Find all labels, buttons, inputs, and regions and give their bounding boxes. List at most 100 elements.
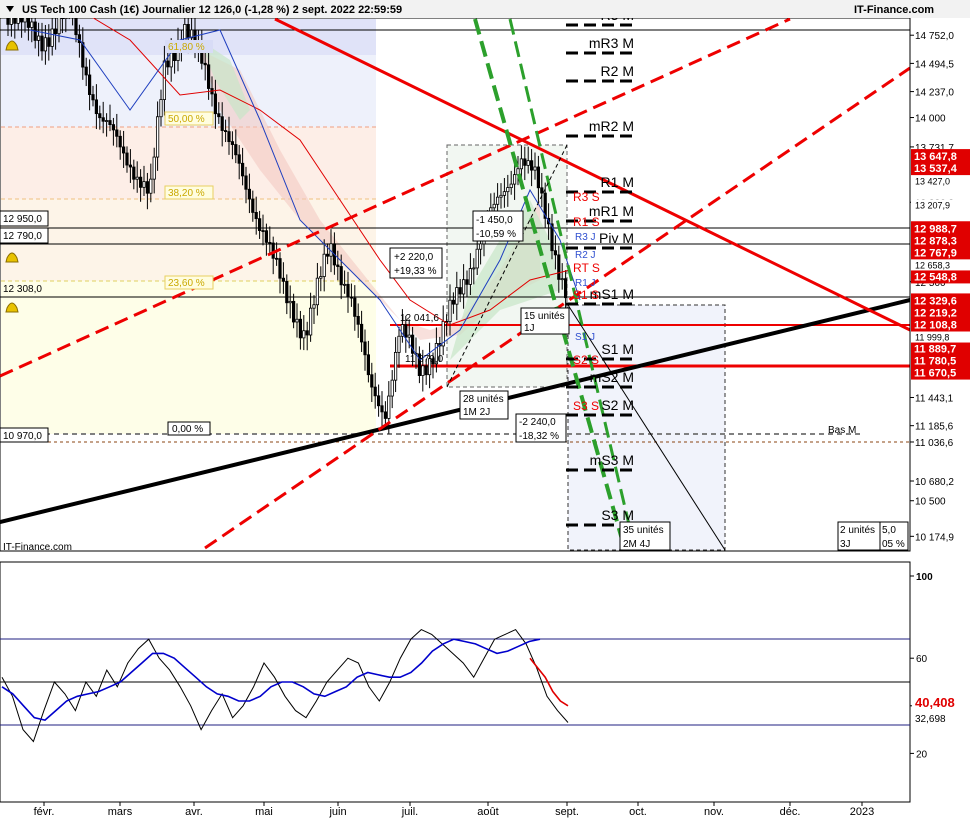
candle-body — [81, 42, 85, 68]
candle-body — [455, 287, 459, 305]
fib-50: 50,00 % — [168, 114, 205, 125]
small-price-label: 13 207,9 — [915, 200, 950, 210]
candle-body — [152, 156, 156, 180]
mid-label-2: 11 879,0 — [405, 354, 444, 365]
candle-body — [237, 154, 241, 164]
ind-tick-label: 100 — [916, 572, 933, 583]
y-tick-label: 14 494,5 — [915, 59, 954, 70]
candle-body — [509, 183, 513, 189]
candle-body — [397, 335, 401, 353]
x-tick-label: 2023 — [850, 806, 874, 818]
drop-pct: -10,59 % — [476, 229, 516, 240]
candle-body — [278, 258, 282, 279]
units-c-2: 2M 4J — [623, 539, 650, 550]
candle-body — [302, 330, 306, 339]
candle-body — [234, 144, 238, 156]
candle-body — [135, 176, 139, 180]
units-a-1: 28 unités — [463, 394, 504, 405]
price-label: 13 537,4 — [914, 163, 958, 175]
candle-body — [468, 268, 473, 285]
candle-body — [349, 296, 354, 299]
candle-body — [223, 130, 228, 133]
units-d-2: 3J — [840, 539, 851, 550]
candle-body — [564, 278, 568, 299]
candle-body — [203, 62, 207, 66]
candle-body — [383, 411, 388, 419]
candle-body — [495, 196, 500, 205]
candle-body — [472, 267, 476, 270]
y-tick-label: 10 680,2 — [915, 477, 954, 488]
pivot-r2j: R2 J — [575, 250, 596, 261]
candle-body — [155, 116, 160, 158]
candle-body — [458, 287, 462, 295]
candle-body — [213, 93, 217, 115]
candle-body — [240, 162, 245, 177]
candle-body — [373, 386, 377, 397]
pct-d-1: 5,0 — [882, 525, 896, 536]
candle-body — [424, 365, 428, 376]
candle-body — [30, 21, 34, 28]
candle-body — [393, 351, 398, 381]
candle-body — [149, 178, 153, 194]
fib-23: 23,60 % — [168, 278, 205, 289]
units-a-2: 1M 2J — [463, 407, 490, 418]
candle-body — [268, 241, 272, 244]
pivot-label: S2 M — [601, 397, 634, 413]
pivot-label: mS3 M — [590, 452, 634, 468]
rise-value: +2 220,0 — [394, 252, 434, 263]
candle-body — [308, 307, 313, 336]
price-label: 12 108,8 — [914, 320, 957, 332]
small-price-label: 12 658,3 — [915, 260, 950, 270]
candle-body — [359, 323, 364, 343]
candle-body — [251, 198, 255, 213]
candle-body — [169, 52, 173, 68]
candle-body — [50, 28, 54, 47]
x-tick-label: août — [477, 806, 498, 818]
pivot-label: S1 M — [601, 341, 634, 357]
candle-body — [264, 230, 269, 243]
candle-body — [281, 277, 286, 282]
level-12950: 12 950,0 — [3, 214, 42, 225]
candle-body — [523, 158, 527, 166]
candle-body — [172, 52, 177, 61]
ind-tick-label: 20 — [916, 749, 928, 760]
candle-body — [84, 66, 88, 76]
candle-body — [370, 374, 374, 388]
candle-body — [346, 283, 350, 298]
units-b-1: 15 unités — [524, 311, 565, 322]
candle-body — [540, 187, 544, 194]
y-tick-label: 11 185,6 — [915, 422, 954, 433]
fall-value: -2 240,0 — [519, 417, 556, 428]
candle-body — [145, 181, 149, 194]
pivot-r3j: R3 J — [575, 232, 596, 243]
pivot-label: mS2 M — [590, 369, 634, 385]
x-tick-label: mai — [255, 806, 273, 818]
fib-0: 0,00 % — [172, 424, 203, 435]
candle-body — [220, 116, 224, 131]
candle-body — [387, 395, 391, 419]
candle-body — [47, 37, 51, 47]
candle-body — [285, 280, 289, 304]
candle-body — [101, 117, 105, 122]
small-price-label: 13 427,0 — [915, 176, 950, 186]
x-tick-label: févr. — [34, 806, 55, 818]
candle-body — [108, 120, 112, 125]
candle-body — [217, 113, 221, 118]
candle-body — [506, 187, 510, 193]
y-tick-label: 10 500 — [915, 497, 946, 508]
fib-38: 38,20 % — [168, 188, 205, 199]
units-d-1: 2 unités — [840, 525, 875, 536]
watermark: IT-Finance.com — [3, 542, 72, 553]
pivot-s2s: S2 S — [573, 353, 599, 367]
right-axis: 14 752,014 494,514 237,014 00013 731,713… — [909, 18, 970, 551]
ind-value-black: 32,698 — [915, 714, 946, 725]
candle-body — [111, 124, 115, 131]
candle-body — [325, 253, 330, 257]
candle-body — [502, 191, 507, 196]
y-tick-label: 14 237,0 — [915, 88, 954, 99]
candle-body — [206, 64, 211, 89]
rise-pct: +19,33 % — [394, 266, 437, 277]
price-label: 11 670,5 — [914, 368, 956, 380]
candle-body — [244, 175, 248, 190]
candle-body — [465, 279, 469, 285]
